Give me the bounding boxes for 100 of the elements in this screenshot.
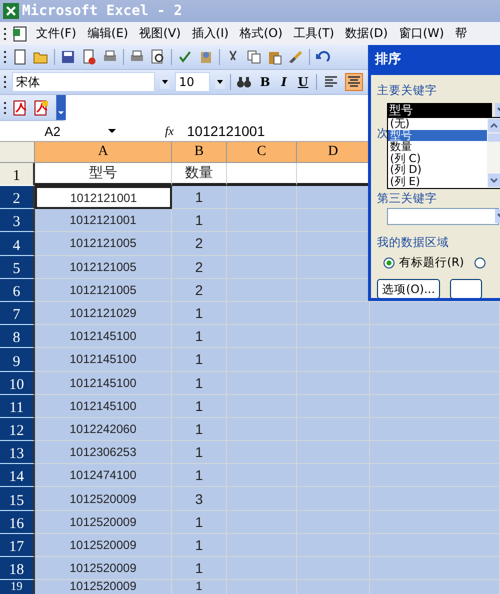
list-item[interactable]: (列 C) [388,152,487,164]
list-item[interactable]: (列 E) [388,176,487,187]
new-icon[interactable] [12,49,28,65]
list-item[interactable]: (无) [388,118,487,130]
row-header[interactable]: 17 [0,534,35,557]
menu-item[interactable]: 工具(T) [290,25,338,42]
primary-key-dropdown[interactable]: 型号 [387,103,492,118]
copy-icon[interactable] [246,49,262,65]
scrollbar[interactable] [487,118,500,188]
row-header[interactable]: 2 [0,186,35,210]
list-item[interactable]: (列 D) [388,164,487,176]
binoculars-icon[interactable] [236,74,252,90]
excel-logo-icon [3,3,19,19]
radio-button[interactable] [383,256,395,268]
research-icon[interactable] [198,49,214,65]
column-header[interactable]: C [227,142,297,163]
table-cell [227,464,297,488]
perm-icon[interactable] [81,49,97,65]
row-header[interactable]: 10 [0,372,35,395]
pdf-icon[interactable] [12,100,28,116]
table-cell: 1 [172,557,227,580]
menu-item[interactable]: 编辑(E) [84,25,132,42]
table-cell: 1 [172,394,227,418]
radio-label[interactable]: 有标题行(R) [399,255,464,270]
table-cell: 1 [172,534,227,557]
pdf-icon[interactable] [33,100,49,116]
table-cell [227,348,297,372]
row-header[interactable]: 19 [0,580,35,594]
table-cell: 1012121029 [35,302,172,326]
menu-item[interactable]: 帮 [452,25,470,42]
style-button[interactable]: I [278,75,290,89]
table-cell [227,302,297,326]
table-cell: 1012121005 [35,278,172,302]
row-header[interactable]: 8 [0,325,35,348]
ok-button[interactable] [450,279,482,298]
save-icon[interactable] [60,49,76,65]
table-cell: 3 [172,487,227,511]
column-header[interactable]: B [172,142,227,163]
table-cell [227,209,297,232]
function-label[interactable]: fx [165,124,183,138]
row-header[interactable]: 16 [0,510,35,534]
table-cell: 1012520009 [35,534,172,557]
toolbar-options-icon[interactable] [56,95,66,120]
group-label: 我的数据区域 [377,235,449,249]
brush-icon[interactable] [288,49,304,65]
table-cell: 1012520009 [35,510,172,534]
row-header[interactable]: 9 [0,348,35,372]
row-header[interactable]: 4 [0,232,35,256]
options-button[interactable]: 选项(O)... [377,279,440,298]
table-cell: 数量 [172,163,227,186]
font-dropdown[interactable]: 宋体 [12,72,155,92]
font-size-dropdown[interactable]: 10 [175,72,210,92]
style-button[interactable]: B [257,75,274,89]
menu-item[interactable]: 窗口(W) [396,25,448,42]
row-header[interactable]: 12 [0,418,35,442]
table-cell [227,557,297,580]
table-cell [227,372,297,395]
column-header[interactable]: A [35,142,172,163]
table-cell [227,580,297,594]
row-header[interactable]: 1 [0,163,35,186]
spell-icon[interactable] [177,49,193,65]
paste-icon[interactable] [267,49,283,65]
tertiary-key-dropdown[interactable] [387,208,499,225]
menu-item[interactable]: 文件(F) [33,25,80,42]
sheet-icon[interactable] [12,26,28,42]
list-item[interactable]: 数量 [388,141,487,152]
style-button[interactable]: U [294,75,312,89]
table-cell: 1012145100 [35,348,172,372]
table-cell: 2 [172,256,227,279]
row-header[interactable]: 14 [0,464,35,488]
row-header[interactable]: 6 [0,278,35,302]
row-header[interactable]: 3 [0,209,35,232]
table-cell: 1 [172,580,227,594]
table-cell: 1 [172,372,227,395]
table-cell: 1 [172,418,227,442]
table-cell [227,510,297,534]
row-header[interactable]: 15 [0,487,35,511]
preview-icon[interactable] [150,49,166,65]
menu-item[interactable]: 数据(D) [342,25,391,42]
table-cell [227,418,297,442]
row-header[interactable]: 18 [0,557,35,580]
row-header[interactable]: 13 [0,441,35,464]
table-cell [227,256,297,279]
menu-item[interactable]: 视图(V) [136,25,184,42]
group-label: 次 [377,126,389,140]
table-cell: 型号 [35,163,172,186]
list-item[interactable]: 型号 [388,130,487,141]
table-cell: 1 [172,464,227,488]
menu-item[interactable]: 格式(O) [236,25,286,42]
name-box[interactable]: A2 [0,124,105,138]
row-header[interactable]: 7 [0,302,35,326]
table-cell: 1012520009 [35,557,172,580]
table-cell: 1 [172,510,227,534]
menu-item[interactable]: 插入(I) [188,25,232,42]
row-header[interactable]: 11 [0,394,35,418]
radio-button[interactable] [474,256,486,268]
row-header[interactable]: 5 [0,256,35,279]
column-header[interactable]: D [297,142,370,163]
dropdown-arrow-icon[interactable] [107,126,117,136]
align-button[interactable] [345,73,364,91]
